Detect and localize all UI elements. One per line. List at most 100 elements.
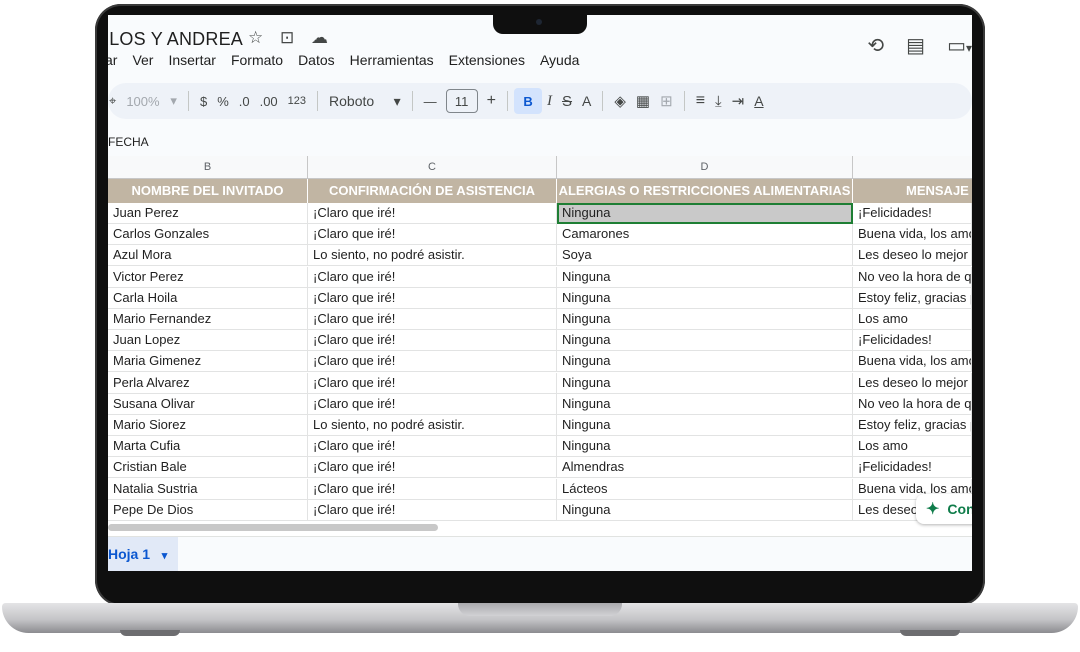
cell-confirmacion[interactable]: Lo siento, no podré asistir.: [308, 245, 557, 267]
cell-confirmacion[interactable]: ¡Claro que iré!: [308, 457, 557, 479]
header-nombre[interactable]: NOMBRE DEL INVITADO: [108, 179, 308, 203]
cell-confirmacion[interactable]: ¡Claro que iré!: [308, 203, 557, 224]
horizontal-scrollbar[interactable]: [108, 524, 438, 531]
cell-mensaje[interactable]: Estoy feliz, gracias p: [853, 415, 972, 436]
font-select[interactable]: Roboto ▾: [324, 88, 406, 114]
menu-herramientas[interactable]: Herramientas: [350, 52, 434, 74]
cell-alergias[interactable]: Camarones: [557, 224, 853, 246]
cell-confirmacion[interactable]: ¡Claro que iré!: [308, 287, 557, 309]
compose-chip[interactable]: ✦ Con: [916, 494, 972, 524]
paint-format-icon[interactable]: ⌖: [108, 88, 121, 114]
cell-nombre[interactable]: Carlos Gonzales: [108, 224, 308, 246]
cell-alergias[interactable]: Ninguna: [557, 415, 853, 436]
cell-alergias[interactable]: Lácteos: [557, 478, 853, 500]
column-header-c[interactable]: C: [308, 156, 557, 179]
document-title[interactable]: RLOS Y ANDREA: [108, 29, 243, 50]
version-history-icon[interactable]: ⟲: [867, 33, 884, 58]
cell-confirmacion[interactable]: ¡Claro que iré!: [308, 393, 557, 415]
meet-icon[interactable]: ▭▾: [947, 33, 972, 58]
text-color-button[interactable]: A: [577, 88, 596, 114]
cell-nombre[interactable]: Marta Cufia: [108, 436, 308, 458]
cell-confirmacion[interactable]: ¡Claro que iré!: [308, 436, 557, 458]
cell-nombre[interactable]: Susana Olivar: [108, 393, 308, 415]
header-mensaje[interactable]: MENSAJE: [853, 179, 972, 203]
cell-alergias[interactable]: Almendras: [557, 457, 853, 479]
cell-alergias[interactable]: Ninguna: [557, 266, 853, 288]
zoom-select[interactable]: 100% ▾: [121, 88, 182, 114]
cell-nombre[interactable]: Azul Mora: [108, 245, 308, 267]
cell-alergias[interactable]: Ninguna: [557, 436, 853, 458]
cell-alergias[interactable]: Ninguna: [557, 287, 853, 309]
cell-confirmacion[interactable]: ¡Claro que iré!: [308, 499, 557, 521]
cell-nombre[interactable]: Mario Fernandez: [108, 309, 308, 330]
cell-alergias[interactable]: Ninguna: [557, 393, 853, 415]
column-header-e[interactable]: [853, 156, 972, 179]
text-wrap-icon[interactable]: ⇥: [727, 88, 750, 114]
cell-alergias[interactable]: Ninguna: [557, 309, 853, 330]
cell-mensaje[interactable]: Buena vida, los amo: [853, 224, 972, 246]
cell-confirmacion[interactable]: ¡Claro que iré!: [308, 372, 557, 394]
menu-insertar[interactable]: Insertar: [168, 52, 215, 74]
sheet-tab-hoja-1[interactable]: Hoja 1 ▾: [108, 537, 178, 571]
strikethrough-button[interactable]: S: [557, 88, 577, 114]
cell-alergias[interactable]: Ninguna: [557, 203, 853, 224]
cell-mensaje[interactable]: No veo la hora de qu: [853, 393, 972, 415]
font-size-input[interactable]: 11: [445, 89, 478, 113]
cell-mensaje[interactable]: Les deseo lo mejor: [853, 245, 972, 267]
fill-color-icon[interactable]: ◈: [609, 88, 631, 114]
cell-mensaje[interactable]: ¡Felicidades!: [853, 457, 972, 479]
cell-nombre[interactable]: Juan Lopez: [108, 330, 308, 352]
move-folder-icon[interactable]: ⊡: [280, 28, 294, 48]
cell-nombre[interactable]: Juan Perez: [108, 203, 308, 224]
cell-nombre[interactable]: Natalia Sustria: [108, 478, 308, 500]
cell-confirmacion[interactable]: Lo siento, no podré asistir.: [308, 415, 557, 436]
cell-mensaje[interactable]: Buena vida, los amo: [853, 351, 972, 373]
cell-nombre[interactable]: Victor Perez: [108, 266, 308, 288]
cell-confirmacion[interactable]: ¡Claro que iré!: [308, 309, 557, 330]
menu-editar[interactable]: itar: [108, 52, 117, 74]
cell-nombre[interactable]: Carla Hoila: [108, 287, 308, 309]
cell-nombre[interactable]: Mario Siorez: [108, 415, 308, 436]
star-icon[interactable]: ☆: [248, 28, 263, 48]
sheet-grid[interactable]: B C D NOMBRE DEL INVITADO CONFIRMACIÓN D…: [108, 156, 972, 536]
cell-mensaje[interactable]: ¡Felicidades!: [853, 203, 972, 224]
column-header-d[interactable]: D: [557, 156, 853, 179]
borders-icon[interactable]: ▦: [631, 88, 655, 114]
formula-bar[interactable]: FECHA: [108, 127, 972, 157]
bold-button[interactable]: B: [514, 88, 543, 114]
merge-cells-icon[interactable]: ⊞: [655, 88, 678, 114]
menu-ver[interactable]: Ver: [132, 52, 153, 74]
comments-icon[interactable]: ▤: [906, 33, 925, 58]
cell-nombre[interactable]: Cristian Bale: [108, 457, 308, 479]
text-rotation-icon[interactable]: A: [749, 88, 768, 114]
header-alergias[interactable]: ALERGIAS O RESTRICCIONES ALIMENTARIAS: [557, 179, 853, 203]
cell-mensaje[interactable]: ¡Felicidades!: [853, 330, 972, 352]
cell-mensaje[interactable]: Los amo: [853, 436, 972, 458]
cell-mensaje[interactable]: Los amo: [853, 309, 972, 330]
number-format-button[interactable]: 123: [283, 88, 311, 114]
decrease-decimal-button[interactable]: .0: [234, 88, 255, 114]
decrease-font-size-button[interactable]: —: [419, 88, 442, 114]
header-confirmacion[interactable]: CONFIRMACIÓN DE ASISTENCIA: [308, 179, 557, 203]
cell-mensaje[interactable]: Les deseo lo mejor: [853, 372, 972, 394]
cell-mensaje[interactable]: Estoy feliz, gracias p: [853, 287, 972, 309]
cell-confirmacion[interactable]: ¡Claro que iré!: [308, 224, 557, 246]
cell-alergias[interactable]: Ninguna: [557, 499, 853, 521]
percent-format-button[interactable]: %: [212, 88, 234, 114]
menu-extensiones[interactable]: Extensiones: [449, 52, 525, 74]
cell-alergias[interactable]: Ninguna: [557, 372, 853, 394]
increase-font-size-button[interactable]: +: [482, 88, 501, 114]
increase-decimal-button[interactable]: .00: [255, 88, 283, 114]
italic-button[interactable]: I: [542, 88, 557, 114]
currency-format-button[interactable]: $: [195, 88, 212, 114]
column-header-b[interactable]: B: [108, 156, 308, 179]
cell-confirmacion[interactable]: ¡Claro que iré!: [308, 478, 557, 500]
menu-datos[interactable]: Datos: [298, 52, 335, 74]
cell-nombre[interactable]: Maria Gimenez: [108, 351, 308, 373]
cell-nombre[interactable]: Perla Alvarez: [108, 372, 308, 394]
cloud-status-icon[interactable]: ☁: [311, 28, 328, 48]
cell-alergias[interactable]: Soya: [557, 245, 853, 267]
cell-alergias[interactable]: Ninguna: [557, 351, 853, 373]
name-box[interactable]: FECHA: [108, 135, 149, 149]
cell-confirmacion[interactable]: ¡Claro que iré!: [308, 266, 557, 288]
